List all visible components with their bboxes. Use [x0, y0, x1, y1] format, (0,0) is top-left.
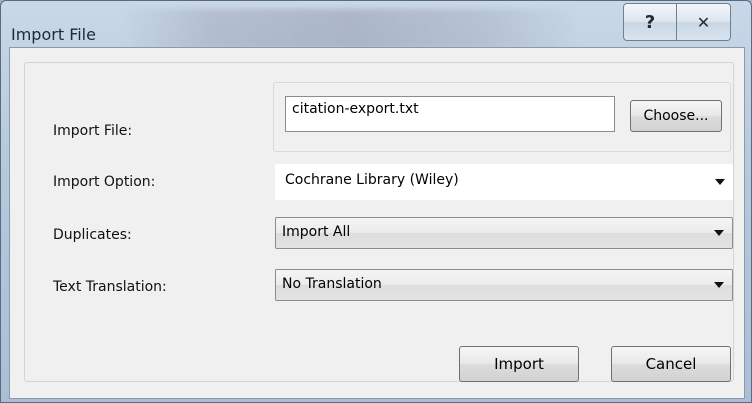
choose-button[interactable]: Choose... [630, 100, 722, 132]
dialog-title: Import File [11, 25, 96, 44]
dialog-body: Import File: citation-export.txt Choose.… [9, 47, 745, 399]
import-button[interactable]: Import [459, 346, 579, 382]
text-translation-value: No Translation [282, 276, 382, 292]
background-window-blur [121, 9, 581, 49]
duplicates-value: Import All [282, 224, 351, 240]
import-file-field[interactable]: citation-export.txt [285, 96, 615, 132]
chevron-down-icon [715, 179, 725, 185]
text-translation-label: Text Translation: [53, 279, 167, 295]
chevron-down-icon [714, 230, 724, 236]
title-bar[interactable]: Import File ? ✕ [1, 1, 751, 49]
import-option-label: Import Option: [53, 174, 156, 190]
chevron-down-icon [714, 282, 724, 288]
duplicates-label: Duplicates: [53, 227, 132, 243]
close-icon: ✕ [696, 12, 711, 32]
import-file-dialog: Import File ? ✕ Import File: citation-ex… [0, 0, 752, 403]
import-settings-group: Import File: citation-export.txt Choose.… [24, 62, 734, 382]
help-icon: ? [644, 11, 656, 33]
import-option-select[interactable]: Cochrane Library (Wiley) [275, 164, 733, 200]
import-option-value: Cochrane Library (Wiley) [285, 172, 459, 188]
duplicates-select[interactable]: Import All [275, 217, 733, 249]
import-file-label: Import File: [53, 123, 133, 139]
close-button[interactable]: ✕ [677, 3, 731, 41]
text-translation-select[interactable]: No Translation [275, 269, 733, 301]
cancel-button[interactable]: Cancel [611, 346, 731, 382]
help-button[interactable]: ? [623, 3, 677, 41]
